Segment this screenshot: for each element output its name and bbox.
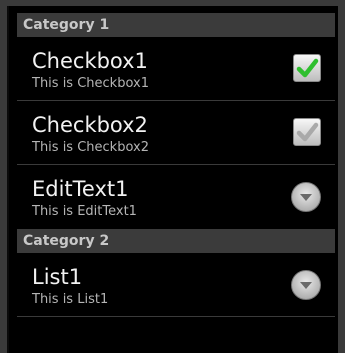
pref-summary: This is EditText1 [32,204,137,219]
checkbox-checkbox2[interactable] [293,118,321,146]
chevron-down-icon [291,182,321,212]
pref-title: EditText1 [32,177,129,201]
checkmark-icon [296,58,319,78]
checkbox-box [293,54,321,82]
pref-summary: This is List1 [32,292,109,307]
preferences-screen: Category 1 Checkbox1 This is Checkbox1 C… [7,6,338,353]
category-header-1: Category 1 [17,13,335,37]
preferences-list: Category 1 Checkbox1 This is Checkbox1 C… [17,13,335,317]
pref-title: Checkbox2 [32,113,148,137]
chevron-down-icon [291,270,321,300]
pref-edittext1[interactable]: EditText1 This is EditText1 [17,165,335,229]
pref-list1[interactable]: List1 This is List1 [17,253,335,317]
pref-summary: This is Checkbox2 [32,140,149,155]
pref-title: List1 [32,265,83,289]
pref-checkbox2[interactable]: Checkbox2 This is Checkbox2 [17,101,335,165]
pref-checkbox1[interactable]: Checkbox1 This is Checkbox1 [17,37,335,101]
category-header-2: Category 2 [17,229,335,253]
list1-arrow[interactable] [291,270,321,300]
checkmark-icon [296,122,319,142]
checkbox-checkbox1[interactable] [293,54,321,82]
edittext1-arrow[interactable] [291,182,321,212]
checkbox-box [293,118,321,146]
pref-title: Checkbox1 [32,49,148,73]
pref-summary: This is Checkbox1 [32,76,149,91]
